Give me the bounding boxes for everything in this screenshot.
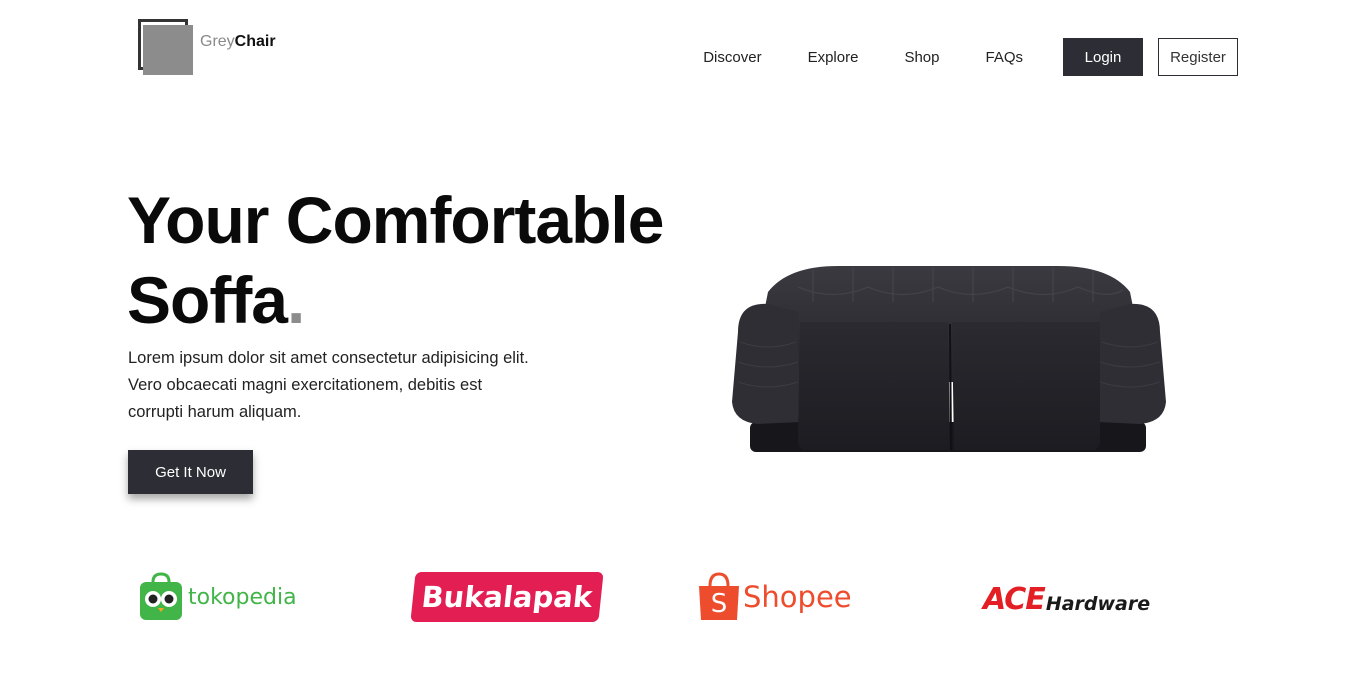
main-nav: Discover Explore Shop FAQs Login Registe… bbox=[703, 38, 1238, 76]
hardware-label: Hardware bbox=[1045, 592, 1151, 615]
hero-title-line2: Soffa bbox=[127, 263, 288, 337]
nav-item-discover[interactable]: Discover bbox=[703, 49, 761, 66]
sofa-image bbox=[732, 266, 1166, 452]
logo-mark-icon bbox=[138, 19, 194, 75]
hero-description-line: Lorem ipsum dolor sit amet consectetur a… bbox=[128, 349, 529, 367]
svg-text:S: S bbox=[711, 589, 728, 619]
hero-description-line: corrupti harum aliquam. bbox=[128, 403, 302, 421]
shopee-label: Shopee bbox=[743, 580, 852, 614]
shopee-bag-icon: S bbox=[699, 572, 739, 620]
ace-label: ACE bbox=[983, 582, 1046, 617]
hero-description: Lorem ipsum dolor sit amet consectetur a… bbox=[128, 345, 568, 426]
tokopedia-owl-bag-icon bbox=[140, 572, 182, 620]
partner-tokopedia[interactable]: tokopedia bbox=[138, 572, 297, 622]
hero-description-line: Vero obcaecati magni exercitationem, deb… bbox=[128, 376, 483, 394]
logo-text: GreyChair bbox=[200, 33, 276, 51]
login-button[interactable]: Login bbox=[1063, 38, 1143, 76]
bukalapak-label: Bukalapak bbox=[410, 572, 604, 622]
logo-text-grey: Grey bbox=[200, 33, 235, 50]
nav-item-shop[interactable]: Shop bbox=[904, 49, 939, 66]
partner-bukalapak[interactable]: Bukalapak bbox=[410, 572, 604, 622]
nav-item-faqs[interactable]: FAQs bbox=[985, 49, 1023, 66]
partner-shopee[interactable]: S Shopee bbox=[697, 572, 852, 622]
logo[interactable]: GreyChair bbox=[138, 19, 276, 75]
hero-title-dot: . bbox=[287, 263, 305, 337]
partner-ace-hardware[interactable]: ACE Hardware bbox=[983, 582, 1150, 617]
hero-title: Your Comfortable Soffa. bbox=[127, 180, 664, 340]
get-it-now-button[interactable]: Get It Now bbox=[128, 450, 253, 494]
tokopedia-label: tokopedia bbox=[188, 584, 297, 610]
register-button[interactable]: Register bbox=[1158, 38, 1238, 76]
nav-item-explore[interactable]: Explore bbox=[808, 49, 859, 66]
logo-text-chair: Chair bbox=[234, 33, 276, 50]
hero-title-line1: Your Comfortable bbox=[127, 183, 664, 257]
